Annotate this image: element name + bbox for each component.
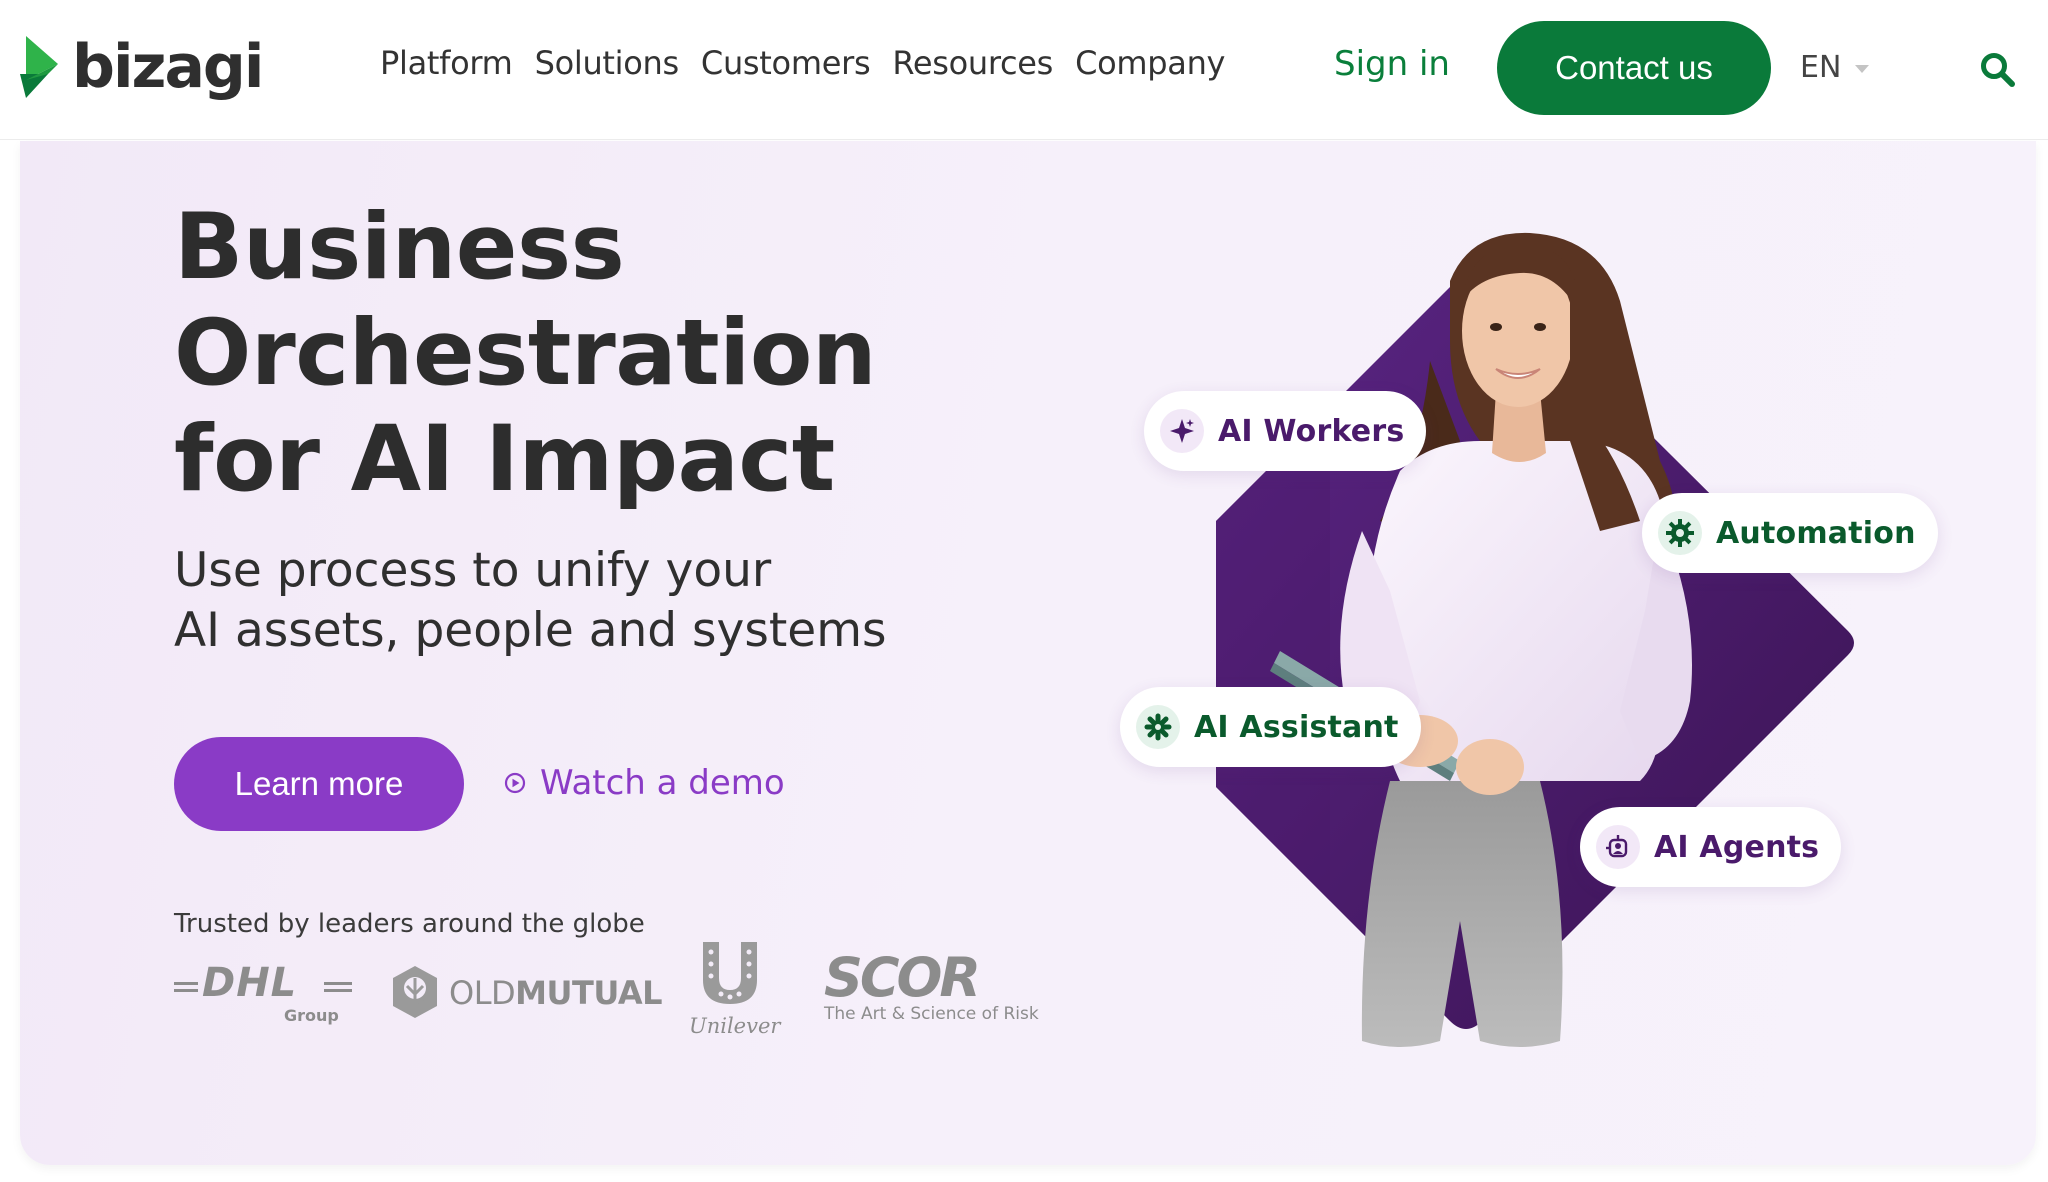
watch-demo-label: Watch a demo (540, 763, 785, 803)
subhead-line-1: Use process to unify your (174, 543, 772, 598)
old-mutual-logo: OLDMUTUAL (389, 956, 662, 1036)
hero-subheading: Use process to unify your AI assets, peo… (174, 541, 1074, 661)
hero-section: Business Orchestration for AI Impact Use… (20, 141, 2036, 1165)
unilever-wordmark: Unilever (689, 1014, 781, 1038)
search-icon[interactable] (1978, 50, 2018, 90)
sign-in-link[interactable]: Sign in (1334, 44, 1450, 84)
scor-logo: SCOR The Art & Science of Risk (824, 946, 1039, 1032)
scor-tagline: The Art & Science of Risk (824, 1004, 1039, 1024)
chevron-down-icon (1855, 65, 1870, 73)
agent-icon (1596, 825, 1640, 869)
bizagi-logo[interactable]: bizagi (18, 30, 264, 104)
bizagi-logo-mark-icon (20, 36, 58, 98)
headline-line-2: Orchestration (174, 301, 877, 406)
nav-solutions[interactable]: Solutions (535, 44, 680, 82)
logo-wordmark: bizagi (72, 32, 264, 102)
watch-demo-link[interactable]: Watch a demo (504, 763, 785, 803)
ai-workers-label: AI Workers (1218, 413, 1405, 449)
site-header: bizagi Platform Solutions Customers Reso… (0, 0, 2048, 140)
ai-assistant-label: AI Assistant (1194, 709, 1399, 745)
old-mutual-wordmark: OLDMUTUAL (449, 974, 662, 1012)
nav-platform[interactable]: Platform (380, 44, 513, 82)
automation-pill[interactable]: Automation (1642, 493, 1938, 573)
automation-label: Automation (1716, 515, 1916, 551)
hero-headline: Business Orchestration for AI Impact (174, 195, 1074, 513)
nav-company[interactable]: Company (1075, 44, 1225, 82)
unilever-u-icon (703, 942, 757, 1004)
trusted-by-label: Trusted by leaders around the globe (174, 909, 645, 939)
subhead-line-2: AI assets, people and systems (174, 603, 887, 658)
dhl-logo: DHL Group (174, 960, 354, 1034)
ai-agents-label: AI Agents (1654, 829, 1820, 865)
language-selector[interactable]: EN (1800, 50, 1870, 85)
old-mutual-tree-icon (393, 966, 437, 1018)
scor-wordmark: SCOR (824, 946, 981, 1009)
contact-us-button[interactable]: Contact us (1497, 21, 1771, 115)
ai-workers-pill[interactable]: AI Workers (1144, 391, 1427, 471)
unilever-logo: Unilever (689, 938, 781, 1048)
hero-illustration: AI Workers Automation AI Assistant AI Ag… (1100, 141, 2020, 1165)
learn-more-button[interactable]: Learn more (174, 737, 464, 831)
dhl-group-label: Group (284, 1006, 339, 1025)
hero-photo-illustration (1216, 232, 1854, 1047)
dhl-wordmark: DHL (202, 960, 298, 1006)
headline-line-3: for AI Impact (174, 407, 835, 512)
nav-customers[interactable]: Customers (701, 44, 871, 82)
sparkle-icon (1160, 409, 1204, 453)
play-circle-icon (504, 772, 526, 794)
language-code: EN (1800, 50, 1842, 85)
ai-assistant-pill[interactable]: AI Assistant (1120, 687, 1421, 767)
headline-line-1: Business (174, 195, 625, 300)
ai-agents-pill[interactable]: AI Agents (1580, 807, 1842, 887)
nav-resources[interactable]: Resources (892, 44, 1053, 82)
asterisk-icon (1136, 705, 1180, 749)
main-nav: Platform Solutions Customers Resources C… (380, 44, 1226, 82)
gear-icon (1658, 511, 1702, 555)
